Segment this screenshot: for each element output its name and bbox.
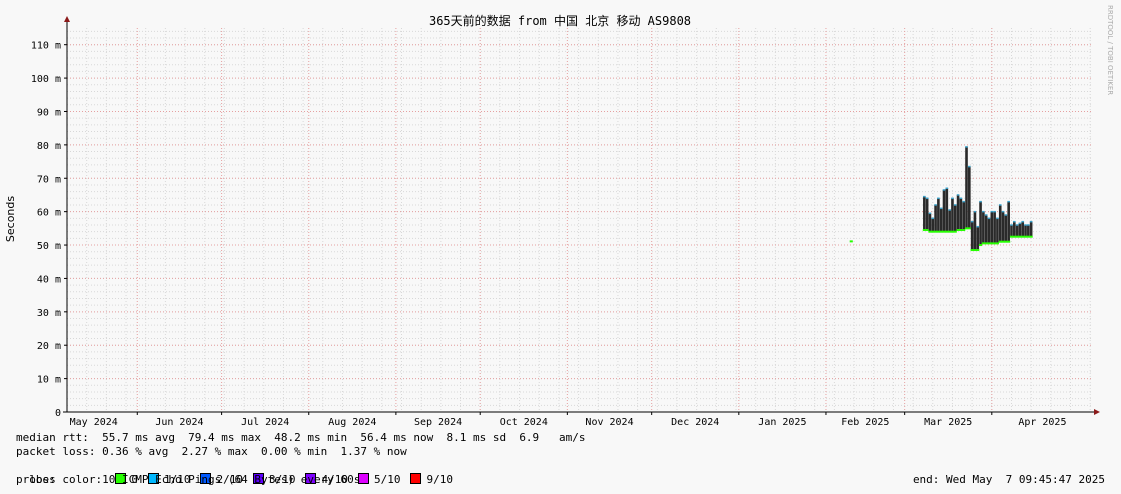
smoke-bar (925, 198, 929, 231)
y-tick-label: 0 (55, 408, 61, 419)
y-tick-label: 110 m (31, 41, 61, 52)
x-tick-label: Jul 2024 (241, 417, 289, 428)
loss-color-swatch (410, 473, 422, 484)
smoke-bar (945, 188, 949, 232)
x-tick-label: Feb 2025 (841, 417, 889, 428)
y-axis-label: Seconds (4, 196, 17, 242)
smoke-bar (1004, 214, 1008, 242)
x-tick-label: Jan 2025 (758, 417, 806, 428)
smoke-bar (965, 146, 968, 229)
smoke-bar (962, 201, 966, 231)
y-tick-label: 70 m (37, 174, 61, 185)
smoke-bar (1001, 211, 1005, 242)
y-tick-label: 40 m (37, 274, 61, 285)
smoke-bar (956, 194, 960, 231)
smoke-bar (948, 209, 951, 232)
x-tick-label: Mar 2025 (924, 417, 972, 428)
loss-color-item: 5/10 (357, 473, 401, 486)
smoke-bar (1027, 225, 1030, 237)
smoke-bar (934, 204, 937, 232)
y-tick-label: 10 m (37, 375, 61, 386)
probe-line: probe: 10 ICMP Echo Pings (64 Bytes) eve… (16, 473, 361, 486)
x-tick-label: Apr 2025 (1018, 417, 1066, 428)
smoke-bar (939, 208, 943, 232)
y-tick-label: 90 m (37, 107, 61, 118)
smoke-bar (1029, 221, 1033, 237)
y-tick-label: 80 m (37, 141, 61, 152)
x-tick-label: Nov 2024 (585, 417, 633, 428)
median-rtt-line: median rtt: 55.7 ms avg 79.4 ms max 48.2… (16, 431, 586, 444)
y-tick-label: 20 m (37, 341, 61, 352)
smoke-bar (931, 218, 935, 232)
y-tick-label: 60 m (37, 208, 61, 219)
smoke-bar (1018, 223, 1022, 237)
smoke-bar (1012, 221, 1016, 237)
smoke-bar (970, 221, 974, 251)
smokeping-chart: 0 10 m 20 m 30 m 40 m 50 m 60 m 70 m 80 m 90 m 100… (4, 5, 1114, 428)
loss-color-label-text: 9/10 (426, 473, 453, 486)
loss-color-item: 9/10 (410, 473, 453, 486)
y-tick-label: 50 m (37, 241, 61, 252)
smoke-bar (976, 226, 980, 251)
smoke-bar (1021, 221, 1025, 237)
smoke-bar (951, 198, 954, 232)
smoke-bar (982, 211, 985, 244)
smoke-bar (1015, 225, 1019, 237)
x-tick-label: Dec 2024 (671, 417, 719, 428)
x-tick-label: Jun 2024 (155, 417, 203, 428)
x-tick-label: Oct 2024 (500, 417, 548, 428)
smoke-bar (987, 218, 991, 244)
x-tick-label: Sep 2024 (414, 417, 462, 428)
smoke-bar (959, 198, 963, 231)
smoke-bar (942, 189, 946, 232)
smoke-bar (990, 211, 994, 244)
y-tick-label: 30 m (37, 308, 61, 319)
smoke-bar (984, 214, 988, 244)
packet-loss-line: packet loss: 0.36 % avg 2.27 % max 0.00 … (16, 445, 407, 458)
smoke-bar (993, 211, 996, 244)
chart-title: 365天前的数据 from 中国 北京 移动 AS9808 (429, 13, 691, 28)
x-tick-label: Aug 2024 (328, 417, 376, 428)
smoke-bar (1007, 201, 1010, 242)
smoke-bar (928, 213, 932, 232)
rrdtool-watermark: RRDTOOL / TOBI OETIKER (1106, 5, 1114, 95)
x-tick-label: May 2024 (70, 417, 118, 428)
end-timestamp: end: Wed May 7 09:45:47 2025 (912, 473, 1105, 486)
smoke-bar (979, 201, 982, 246)
smoke-bar (998, 204, 1002, 242)
y-tick-label: 100 m (31, 74, 61, 85)
smoke-bar (1024, 225, 1027, 237)
loss-color-label-text: 5/10 (373, 473, 401, 486)
smoke-bar (1010, 225, 1013, 237)
smoke-bar (968, 166, 971, 229)
smoke-bar (937, 198, 940, 232)
x-axis-arrow (1094, 409, 1100, 415)
smoke-bar (923, 196, 926, 231)
smoke-bar (973, 211, 977, 251)
smoke-bar (953, 204, 957, 232)
y-axis-arrow (64, 16, 70, 22)
smoke-bar (996, 218, 999, 244)
